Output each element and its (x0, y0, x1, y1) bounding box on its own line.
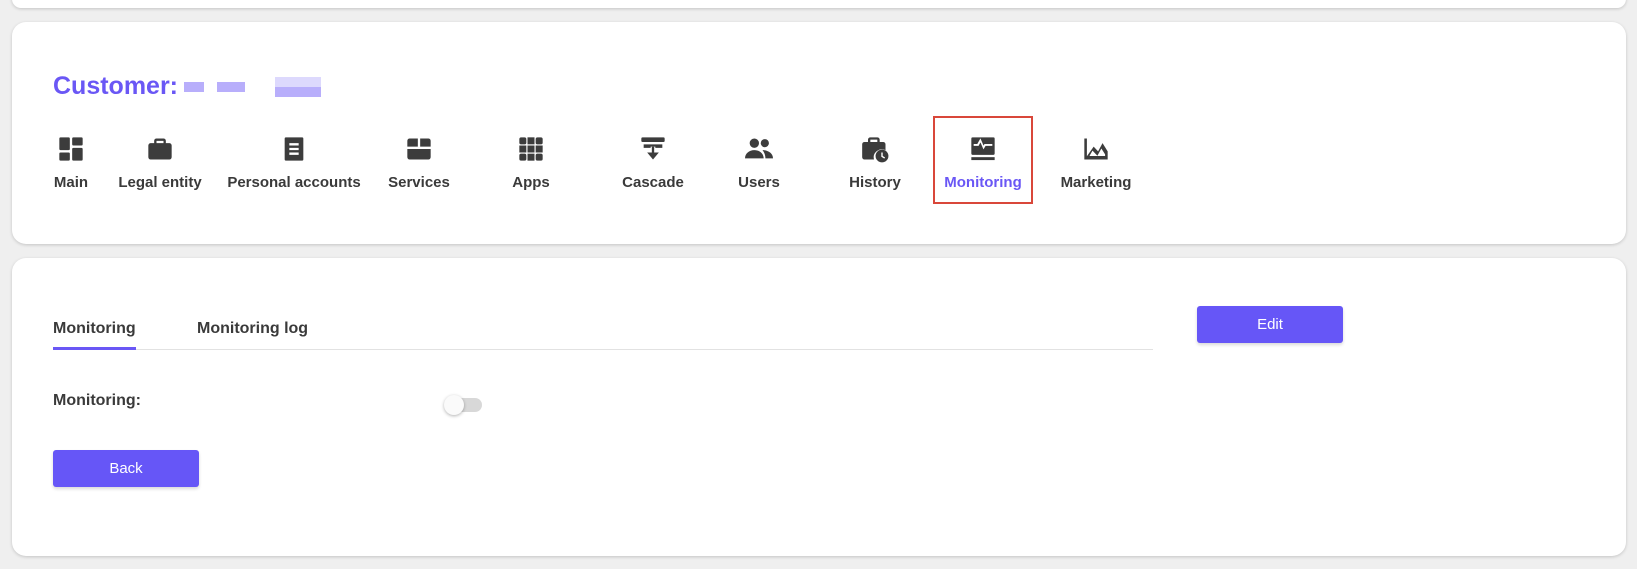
nav-item-personal-accounts[interactable]: Personal accounts (227, 118, 361, 210)
monitor-pulse-icon (968, 134, 998, 164)
back-button[interactable]: Back (53, 450, 199, 487)
document-icon (279, 134, 309, 164)
nav-item-label: Marketing (1060, 174, 1132, 191)
monitoring-field-label: Monitoring: (53, 392, 141, 409)
redacted-customer-name (180, 76, 322, 97)
nav-item-label: Services (388, 174, 450, 191)
monitoring-card: Monitoring Monitoring log Edit Monitorin… (12, 258, 1626, 556)
nav-item-label: Apps (512, 174, 550, 191)
monitoring-tabs: Monitoring Monitoring log (53, 304, 1153, 350)
nav-item-label: Main (53, 174, 89, 191)
customer-header-card: Customer: Main Legal entity Personal acc… (12, 22, 1626, 244)
box-icon (404, 134, 434, 164)
briefcase-clock-icon (860, 134, 890, 164)
nav-item-label: History (849, 174, 901, 191)
nav-item-marketing[interactable]: Marketing (1058, 118, 1134, 210)
users-icon (744, 134, 774, 164)
nav-item-apps[interactable]: Apps (508, 118, 554, 210)
chart-area-icon (1081, 134, 1111, 164)
edit-button[interactable]: Edit (1197, 306, 1343, 343)
nav-item-users[interactable]: Users (738, 118, 780, 210)
nav-item-label: Cascade (622, 174, 684, 191)
dashboard-icon (56, 134, 86, 164)
cascade-icon (638, 134, 668, 164)
nav-item-label: Users (738, 174, 780, 191)
nav-item-label: Legal entity (118, 174, 202, 191)
tab-monitoring[interactable]: Monitoring (53, 304, 136, 350)
nav-item-label: Monitoring (944, 174, 1022, 191)
customer-title-prefix: Customer: (53, 72, 179, 100)
nav-item-monitoring[interactable]: Monitoring (933, 116, 1033, 204)
toggle-knob (444, 395, 464, 415)
nav-item-history[interactable]: History (847, 118, 903, 210)
top-card (12, 0, 1626, 8)
monitoring-toggle[interactable] (444, 394, 482, 415)
nav-item-cascade[interactable]: Cascade (618, 118, 688, 210)
nav-item-main[interactable]: Main (53, 118, 89, 210)
briefcase-icon (145, 134, 175, 164)
grid-icon (516, 134, 546, 164)
nav-item-label: Personal accounts (227, 174, 361, 191)
nav-item-services[interactable]: Services (387, 118, 451, 210)
tab-monitoring-log[interactable]: Monitoring log (197, 304, 308, 350)
customer-title: Customer: (53, 72, 322, 101)
nav-item-legal-entity[interactable]: Legal entity (118, 118, 202, 210)
